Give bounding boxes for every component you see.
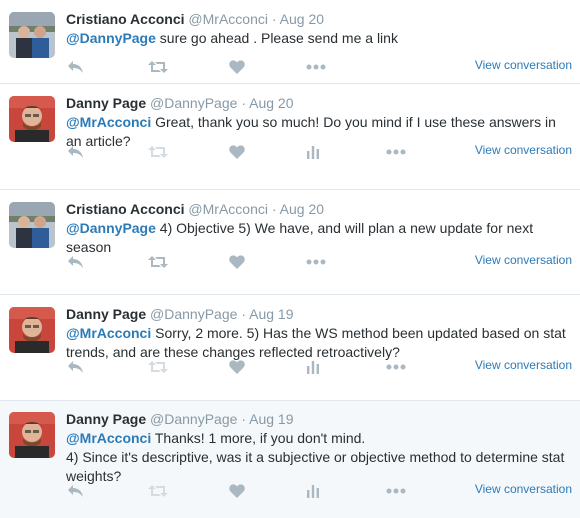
avatar-cristiano-acconci[interactable] [9, 12, 55, 58]
more-icon[interactable] [306, 252, 326, 272]
author-username[interactable]: @MrAcconci [188, 11, 268, 27]
reply-icon[interactable] [67, 481, 84, 501]
tweet[interactable]: Danny Page @DannyPage · Aug 20 @MrAcconc… [0, 84, 580, 190]
reply-icon[interactable] [67, 252, 84, 272]
mention-link[interactable]: @MrAcconci [66, 325, 151, 341]
tweet[interactable]: Danny Page @DannyPage · Aug 19 @MrAcconc… [0, 295, 580, 401]
header-separator: · [241, 306, 246, 322]
view-conversation-link[interactable]: View conversation [475, 58, 572, 72]
more-icon[interactable] [306, 57, 326, 77]
header-separator: · [241, 411, 246, 427]
avatar-cristiano-acconci[interactable] [9, 202, 55, 248]
tweet-actions: View conversation [66, 481, 574, 501]
view-conversation-link[interactable]: View conversation [475, 143, 572, 157]
tweet-header: Cristiano Acconci @MrAcconci · Aug 20 [66, 10, 574, 28]
analytics-icon[interactable] [306, 357, 320, 377]
tweet-actions: View conversation [66, 142, 574, 162]
heart-icon[interactable] [229, 481, 245, 501]
view-conversation-link[interactable]: View conversation [475, 253, 572, 267]
heart-icon[interactable] [229, 142, 245, 162]
author-fullname[interactable]: Danny Page [66, 411, 146, 427]
author-fullname[interactable]: Danny Page [66, 95, 146, 111]
tweet-header: Danny Page @DannyPage · Aug 20 [66, 94, 574, 112]
header-separator: · [271, 11, 277, 27]
tweet-actions: View conversation [66, 252, 574, 272]
retweet-icon[interactable] [148, 142, 168, 162]
tweet-header: Danny Page @DannyPage · Aug 19 [66, 410, 574, 428]
tweet-actions: View conversation [66, 57, 574, 77]
tweet[interactable]: Danny Page @DannyPage · Aug 19 @MrAcconc… [0, 401, 580, 518]
tweet-text: @MrAcconci Thanks! 1 more, if you don't … [66, 429, 574, 448]
author-fullname[interactable]: Danny Page [66, 306, 146, 322]
retweet-icon[interactable] [148, 57, 168, 77]
header-separator: · [241, 95, 246, 111]
heart-icon[interactable] [229, 252, 245, 272]
tweet-header: Cristiano Acconci @MrAcconci · Aug 20 [66, 200, 574, 218]
mention-link[interactable]: @MrAcconci [66, 430, 151, 446]
retweet-icon[interactable] [148, 481, 168, 501]
analytics-icon[interactable] [306, 142, 320, 162]
tweet-timestamp[interactable]: Aug 19 [249, 306, 293, 322]
header-separator: · [271, 201, 277, 217]
reply-icon[interactable] [67, 142, 84, 162]
analytics-icon[interactable] [306, 481, 320, 501]
view-conversation-link[interactable]: View conversation [475, 358, 572, 372]
author-username[interactable]: @DannyPage [150, 306, 237, 322]
author-username[interactable]: @MrAcconci [188, 201, 268, 217]
tweet-actions: View conversation [66, 357, 574, 377]
mention-link[interactable]: @MrAcconci [66, 114, 151, 130]
tweet-timestamp[interactable]: Aug 20 [280, 11, 324, 27]
tweet-body: Thanks! 1 more, if you don't mind. [151, 430, 366, 446]
heart-icon[interactable] [229, 357, 245, 377]
tweet-timestamp[interactable]: Aug 19 [249, 411, 293, 427]
reply-icon[interactable] [67, 57, 84, 77]
author-fullname[interactable]: Cristiano Acconci [66, 11, 185, 27]
more-icon[interactable] [386, 481, 406, 501]
tweet-timeline: Cristiano Acconci @MrAcconci · Aug 20 @D… [0, 0, 580, 518]
mention-link[interactable]: @DannyPage [66, 220, 156, 236]
mention-link[interactable]: @DannyPage [66, 30, 156, 46]
avatar-danny-page[interactable] [9, 412, 55, 458]
tweet-timestamp[interactable]: Aug 20 [280, 201, 324, 217]
more-icon[interactable] [386, 357, 406, 377]
view-conversation-link[interactable]: View conversation [475, 482, 572, 496]
avatar-danny-page[interactable] [9, 96, 55, 142]
tweet[interactable]: Cristiano Acconci @MrAcconci · Aug 20 @D… [0, 0, 580, 84]
author-username[interactable]: @DannyPage [150, 411, 237, 427]
retweet-icon[interactable] [148, 252, 168, 272]
retweet-icon[interactable] [148, 357, 168, 377]
tweet-text: @DannyPage sure go ahead . Please send m… [66, 29, 574, 48]
reply-icon[interactable] [67, 357, 84, 377]
tweet-body: sure go ahead . Please send me a link [155, 30, 398, 46]
tweet-timestamp[interactable]: Aug 20 [249, 95, 293, 111]
avatar-danny-page[interactable] [9, 307, 55, 353]
more-icon[interactable] [386, 142, 406, 162]
tweet[interactable]: Cristiano Acconci @MrAcconci · Aug 20 @D… [0, 190, 580, 295]
tweet-header: Danny Page @DannyPage · Aug 19 [66, 305, 574, 323]
author-fullname[interactable]: Cristiano Acconci [66, 201, 185, 217]
author-username[interactable]: @DannyPage [150, 95, 237, 111]
heart-icon[interactable] [229, 57, 245, 77]
